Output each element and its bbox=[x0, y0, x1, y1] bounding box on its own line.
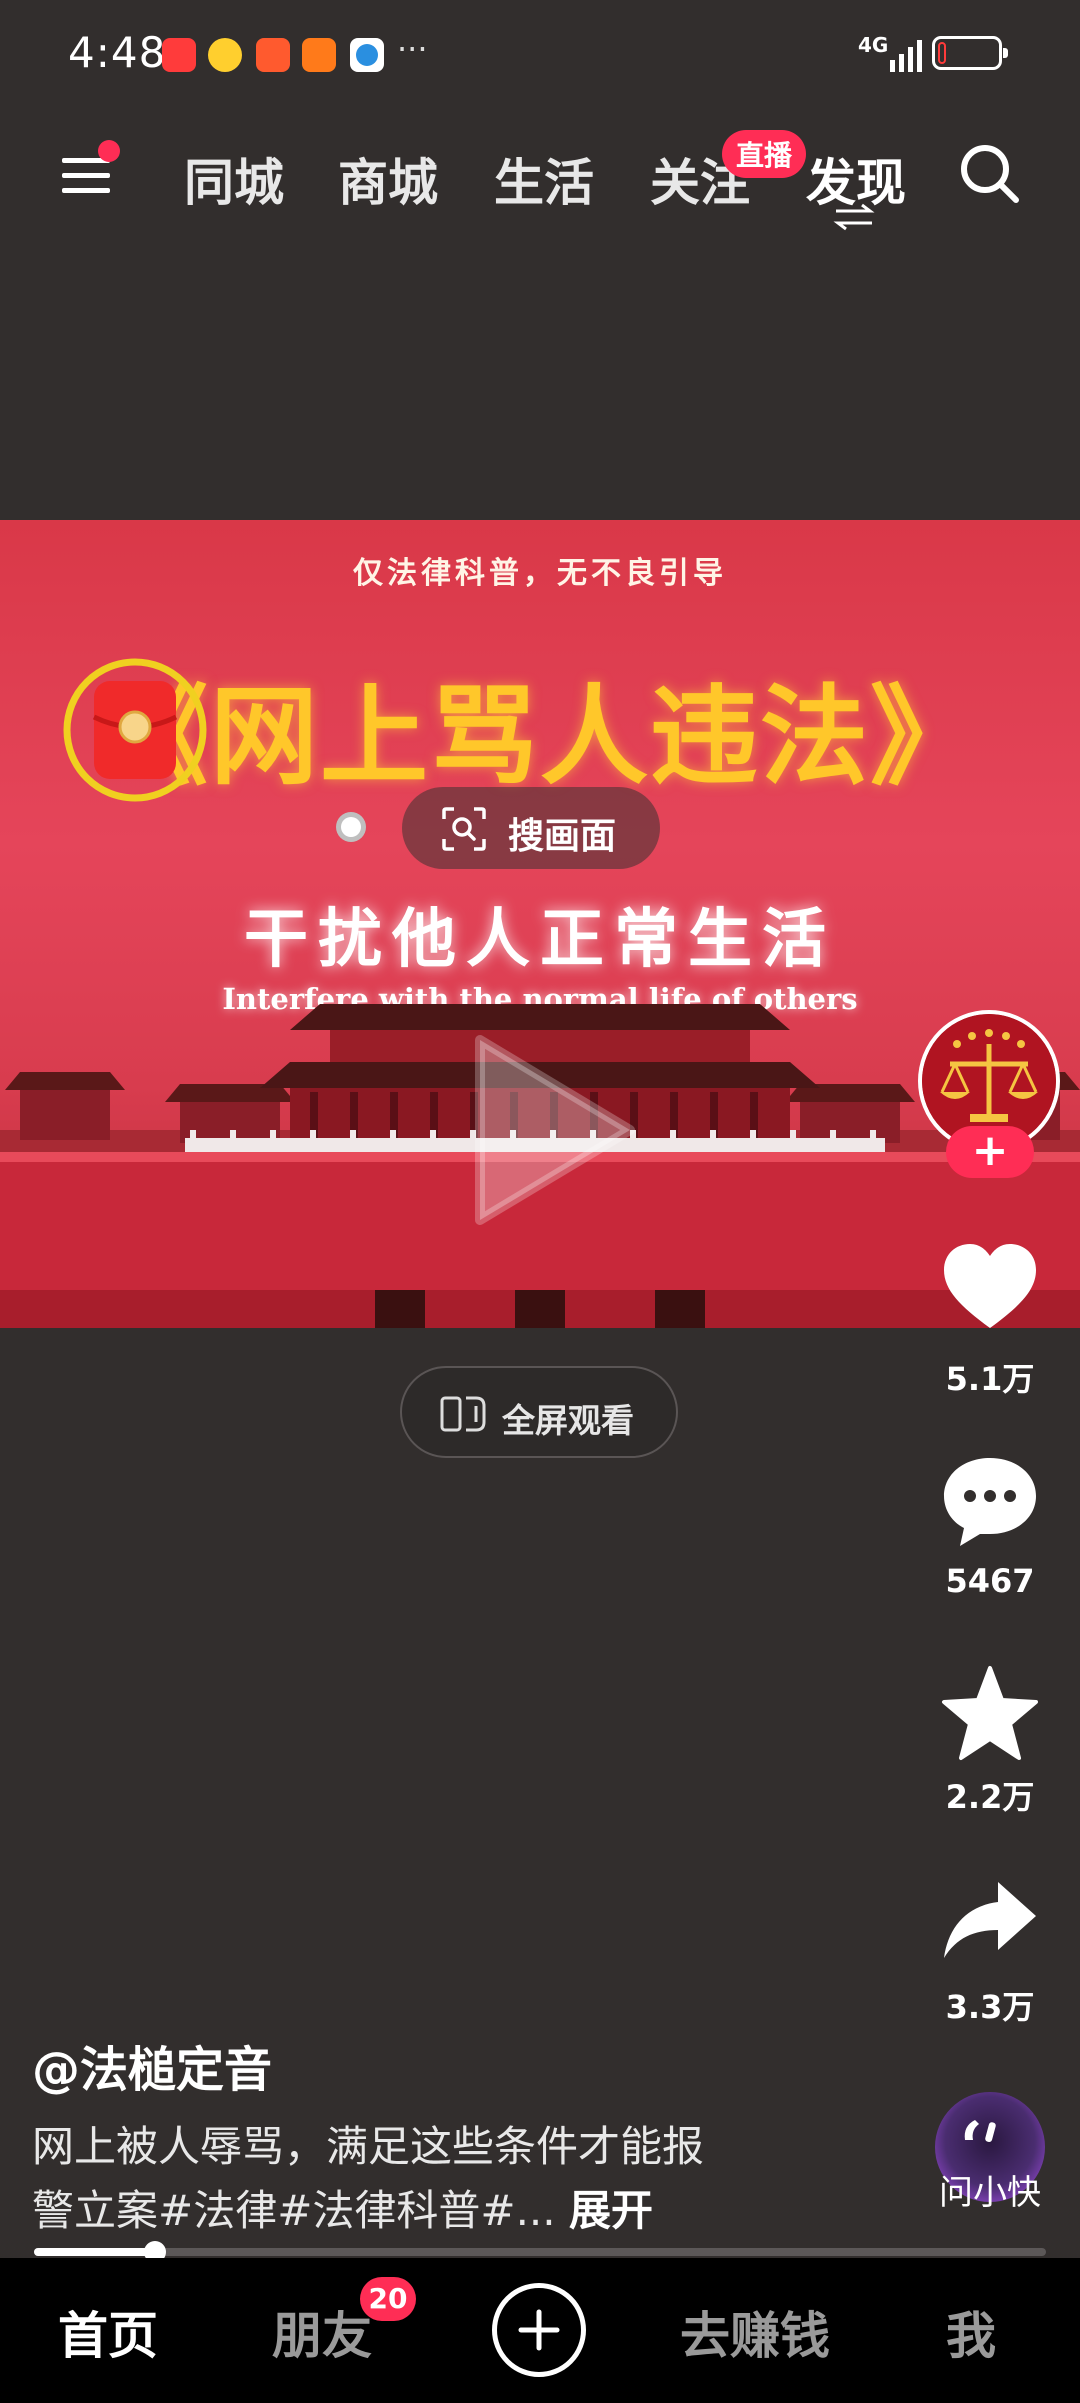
scan-search-icon bbox=[442, 807, 486, 851]
weibo-app-icon bbox=[208, 38, 242, 72]
author-name[interactable]: @法槌定音 bbox=[32, 2030, 272, 2100]
create-button[interactable] bbox=[492, 2283, 586, 2377]
caption-text-line1: 网上被人辱骂，满足这些条件才能报 bbox=[32, 2122, 705, 2171]
menu-notification-dot bbox=[98, 140, 120, 162]
share-count: 3.3万 bbox=[945, 1988, 1035, 2026]
fullscreen-label: 全屏观看 bbox=[502, 1401, 634, 1440]
notification-app-icon bbox=[256, 38, 290, 72]
play-icon[interactable] bbox=[470, 1030, 640, 1230]
nav-friends[interactable]: 朋友 bbox=[272, 2296, 372, 2368]
swap-icon bbox=[833, 203, 875, 231]
taobao-app-icon bbox=[162, 38, 196, 72]
tab-life[interactable]: 生活 bbox=[494, 143, 594, 215]
like-heart-icon[interactable] bbox=[940, 1240, 1040, 1340]
search-icon[interactable] bbox=[958, 142, 1022, 206]
fullscreen-button[interactable]: 全屏观看 bbox=[400, 1366, 678, 1458]
video-progress-bar[interactable] bbox=[34, 2241, 1046, 2263]
signal-icon bbox=[890, 40, 922, 72]
live-badge[interactable]: 直播 bbox=[722, 130, 807, 178]
ai-assistant-label[interactable]: 问小快 bbox=[920, 2165, 1060, 2214]
favorite-count: 2.2万 bbox=[945, 1778, 1035, 1816]
caption-text-line2-content: 警立案#法律#法律科普#... bbox=[32, 2186, 556, 2235]
nav-home[interactable]: 首页 bbox=[58, 2296, 158, 2368]
status-time: 4:48 bbox=[68, 28, 167, 77]
tab-same-city[interactable]: 同城 bbox=[184, 143, 284, 215]
more-notifications-icon: ··· bbox=[397, 30, 428, 68]
scan-dot-indicator bbox=[336, 812, 366, 842]
like-count: 5.1万 bbox=[945, 1360, 1035, 1398]
network-type: 4G bbox=[858, 33, 889, 57]
plus-icon bbox=[518, 2309, 560, 2351]
follow-button[interactable]: + bbox=[946, 1126, 1034, 1178]
expand-caption-link[interactable]: 展开 bbox=[569, 2186, 653, 2235]
red-packet-icon[interactable] bbox=[60, 655, 210, 805]
tab-mall[interactable]: 商城 bbox=[338, 143, 438, 215]
nav-me[interactable]: 我 bbox=[946, 2296, 996, 2368]
comment-icon[interactable] bbox=[940, 1452, 1040, 1552]
favorite-star-icon[interactable] bbox=[940, 1664, 1040, 1764]
share-arrow-icon[interactable] bbox=[940, 1872, 1040, 1972]
video-disclaimer-text: 仅法律科普，无不良引导 bbox=[353, 556, 727, 591]
browser-app-icon bbox=[350, 38, 384, 72]
fullscreen-icon bbox=[440, 1396, 486, 1432]
search-frame-button[interactable]: 搜画面 bbox=[402, 787, 660, 869]
battery-icon bbox=[932, 36, 1008, 70]
video-progress-fill bbox=[34, 2248, 156, 2256]
nav-earn[interactable]: 去赚钱 bbox=[680, 2296, 830, 2368]
shopping-app-icon bbox=[302, 38, 336, 72]
video-player[interactable]: 仅法律科普，无不良引导 《网上骂人违法》 干扰他人正常生活 Interfere … bbox=[0, 520, 1080, 1328]
video-subtitle-text: 干扰他人正常生活 bbox=[244, 902, 836, 977]
comment-count: 5467 bbox=[945, 1562, 1035, 1600]
caption-text-line2: 警立案#法律#法律科普#... 展开 bbox=[32, 2177, 653, 2238]
search-frame-label: 搜画面 bbox=[508, 816, 617, 857]
friends-badge: 20 bbox=[360, 2277, 416, 2321]
